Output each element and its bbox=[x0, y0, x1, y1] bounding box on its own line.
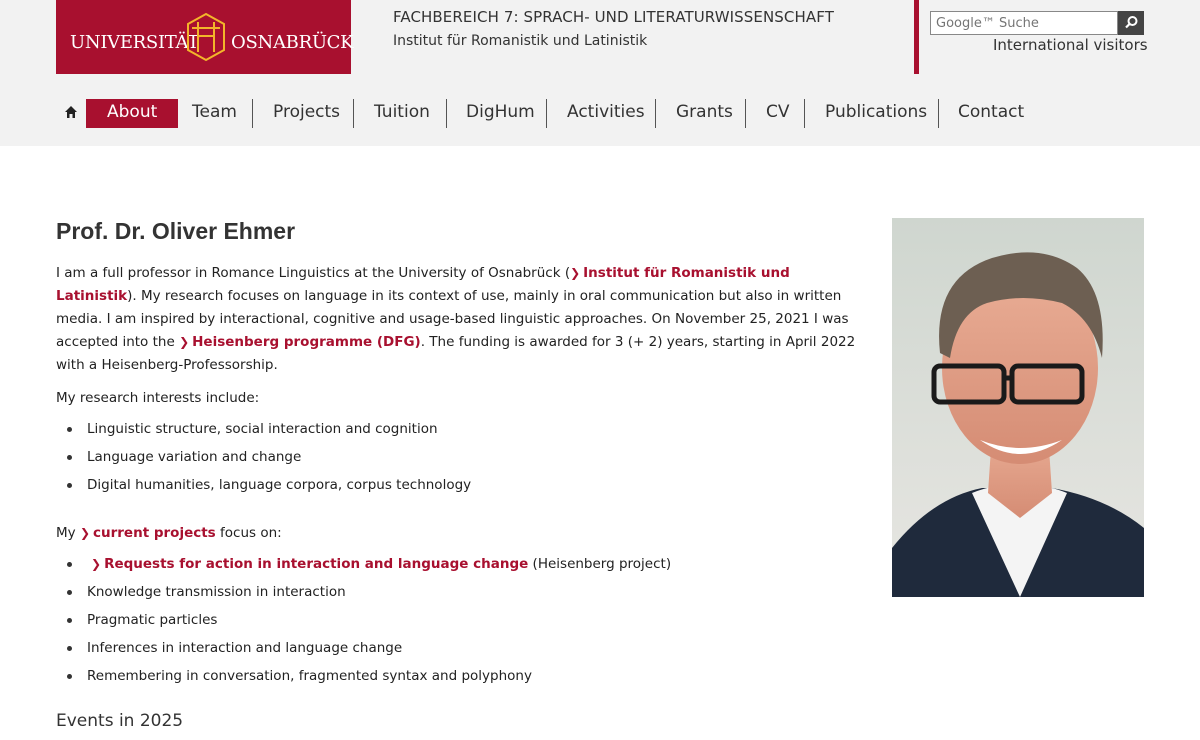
chevron-right-icon: ❯ bbox=[91, 557, 102, 571]
current-projects-label: current projects bbox=[93, 525, 216, 541]
nav-separator bbox=[804, 99, 805, 128]
nav-separator bbox=[446, 99, 447, 128]
list-item: Language variation and change bbox=[56, 443, 471, 471]
nav-item-dighum[interactable]: DigHum bbox=[466, 96, 535, 130]
international-visitors-link[interactable]: International visitors bbox=[993, 36, 1148, 54]
site-header: UNIVERSITÄT OSNABRÜCK FACHBEREICH 7: SPR… bbox=[0, 0, 1200, 146]
nav-item-team[interactable]: Team bbox=[192, 96, 237, 130]
nav-separator bbox=[655, 99, 656, 128]
logo-text-right: OSNABRÜCK bbox=[231, 32, 354, 53]
chevron-right-icon: ❯ bbox=[570, 266, 581, 280]
list-item: Pragmatic particles bbox=[56, 606, 671, 634]
projects-intro-text: My bbox=[56, 525, 80, 541]
requests-project-label: Requests for action in interaction and l… bbox=[104, 556, 529, 572]
heisenberg-link-label: Heisenberg programme (DFG) bbox=[192, 334, 421, 350]
nav-separator bbox=[353, 99, 354, 128]
list-item: ❯ Requests for action in interaction and … bbox=[56, 550, 671, 578]
home-icon[interactable] bbox=[64, 105, 78, 119]
logo-text-left: UNIVERSITÄT bbox=[70, 32, 199, 53]
search-icon bbox=[1125, 16, 1138, 29]
nav-separator bbox=[745, 99, 746, 128]
events-heading: Events in 2025 bbox=[56, 711, 184, 731]
list-item: Linguistic structure, social interaction… bbox=[56, 415, 471, 443]
nav-item-activities[interactable]: Activities bbox=[567, 96, 645, 130]
intro-text: I am a full professor in Romance Linguis… bbox=[56, 265, 571, 281]
nav-separator bbox=[938, 99, 939, 128]
heisenberg-link[interactable]: ❯ Heisenberg programme (DFG) bbox=[179, 334, 421, 350]
nav-item-tuition[interactable]: Tuition bbox=[374, 96, 430, 130]
nav-separator bbox=[546, 99, 547, 128]
nav-item-cv[interactable]: CV bbox=[766, 96, 790, 130]
list-item: Digital humanities, language corpora, co… bbox=[56, 471, 471, 499]
interests-heading: My research interests include: bbox=[56, 390, 260, 406]
projects-intro: My ❯ current projects focus on: bbox=[56, 525, 282, 541]
search-button[interactable] bbox=[1118, 11, 1144, 35]
portrait-image bbox=[892, 218, 1144, 597]
department-title[interactable]: FACHBEREICH 7: SPRACH- UND LITERATURWISS… bbox=[393, 8, 834, 26]
page-title: Prof. Dr. Oliver Ehmer bbox=[56, 218, 296, 244]
interests-list: Linguistic structure, social interaction… bbox=[56, 415, 471, 499]
portrait-photo bbox=[892, 218, 1144, 597]
institute-title[interactable]: Institut für Romanistik und Latinistik bbox=[393, 33, 647, 49]
intro-paragraph: I am a full professor in Romance Linguis… bbox=[56, 262, 856, 377]
requests-project-link[interactable]: ❯ Requests for action in interaction and … bbox=[87, 556, 528, 572]
nav-item-about[interactable]: About bbox=[86, 99, 179, 128]
nav-item-publications[interactable]: Publications bbox=[825, 96, 927, 130]
list-item: Knowledge transmission in interaction bbox=[56, 578, 671, 606]
nav-separator bbox=[252, 99, 253, 128]
chevron-right-icon: ❯ bbox=[79, 526, 90, 540]
search-input[interactable] bbox=[930, 11, 1118, 35]
list-item: Inferences in interaction and language c… bbox=[56, 634, 671, 662]
nav-item-projects[interactable]: Projects bbox=[273, 96, 340, 130]
university-logo[interactable]: UNIVERSITÄT OSNABRÜCK bbox=[56, 0, 354, 74]
list-item: Remembering in conversation, fragmented … bbox=[56, 662, 671, 690]
nav-item-contact[interactable]: Contact bbox=[958, 96, 1024, 130]
current-projects-link[interactable]: ❯ current projects bbox=[80, 525, 216, 541]
projects-list: ❯ Requests for action in interaction and … bbox=[56, 550, 671, 690]
university-emblem-icon bbox=[187, 12, 225, 62]
projects-intro-text: focus on: bbox=[215, 525, 282, 541]
project-note: (Heisenberg project) bbox=[528, 556, 672, 572]
chevron-right-icon: ❯ bbox=[179, 335, 190, 349]
header-divider bbox=[914, 0, 919, 74]
nav-item-grants[interactable]: Grants bbox=[676, 96, 733, 130]
